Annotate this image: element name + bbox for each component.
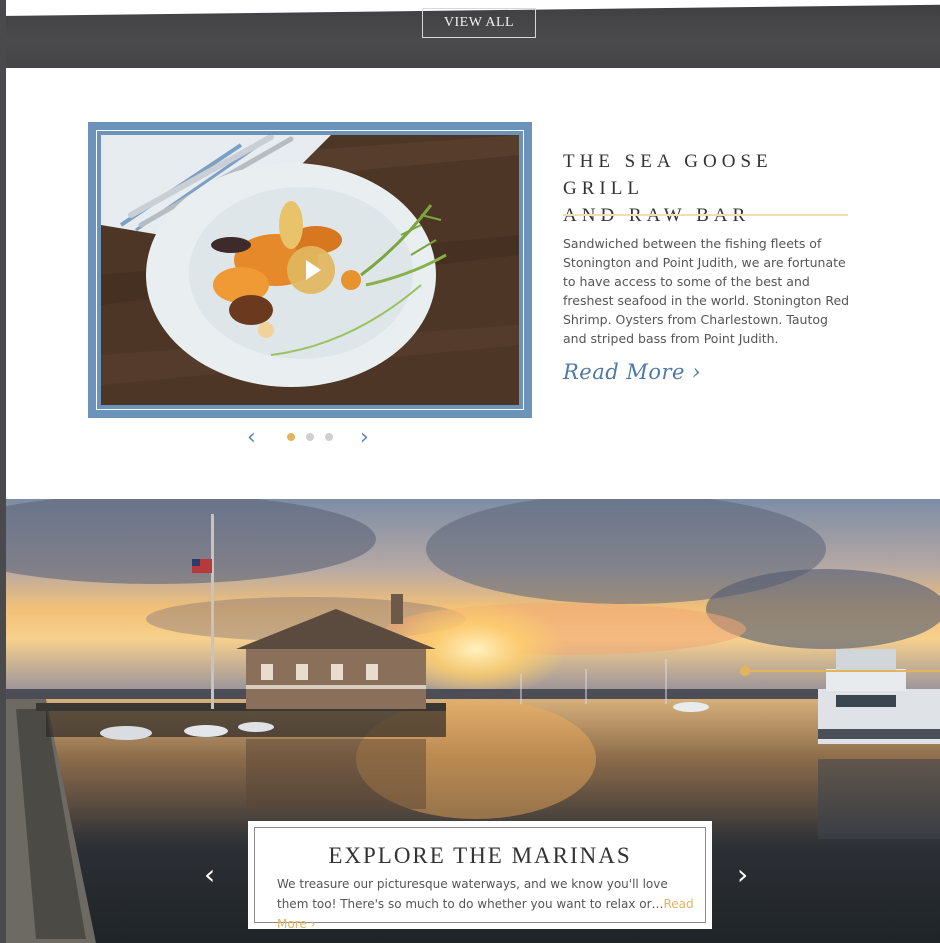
- view-all-button[interactable]: VIEW ALL: [422, 8, 536, 38]
- hero-slider-line: [745, 670, 940, 672]
- marina-info-card: EXPLORE THE MARINAS We treasure our pict…: [248, 821, 712, 931]
- feature-title-line-1: THE SEA GOOSE GRILL: [563, 151, 773, 199]
- carousel-next-button[interactable]: ›: [360, 425, 369, 450]
- carousel-dot-1[interactable]: [287, 433, 295, 441]
- play-video-button[interactable]: [287, 246, 335, 294]
- feature-description: Sandwiched between the fishing fleets of…: [563, 236, 850, 346]
- title-divider: [563, 214, 848, 216]
- feature-title: THE SEA GOOSE GRILL AND RAW BAR: [563, 148, 863, 229]
- hero-slider-handle[interactable]: [740, 666, 750, 676]
- marina-description-text: We treasure our picturesque waterways, a…: [277, 877, 668, 911]
- carousel-dot-2[interactable]: [306, 433, 314, 441]
- hero-prev-arrow[interactable]: ‹: [204, 858, 215, 891]
- hero-next-arrow[interactable]: ›: [737, 858, 748, 891]
- carousel-dot-3[interactable]: [325, 433, 333, 441]
- marina-description: We treasure our picturesque waterways, a…: [277, 874, 697, 934]
- marina-title: EXPLORE THE MARINAS: [328, 843, 632, 868]
- feature-read-more-link[interactable]: Read More ›: [563, 360, 701, 384]
- carousel-prev-button[interactable]: ‹: [247, 425, 256, 450]
